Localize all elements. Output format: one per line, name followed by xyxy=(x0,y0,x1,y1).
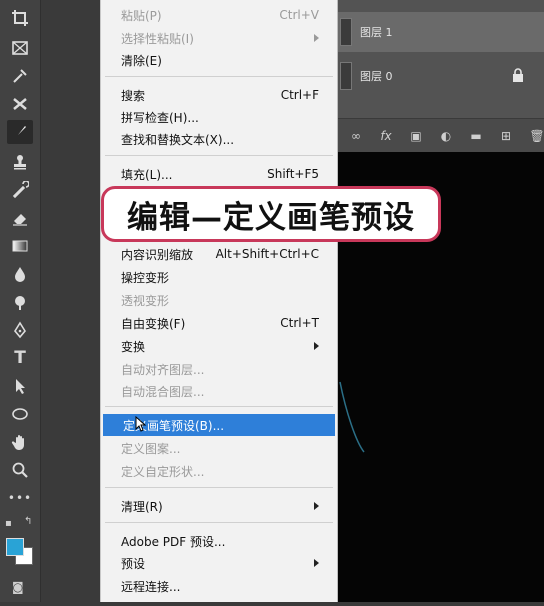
menu-item-free-transform[interactable]: 自由变换(F) Ctrl+T xyxy=(101,312,337,334)
edit-menu: 粘贴(P) Ctrl+V 选择性粘贴(I) 清除(E) 搜索 Ctrl+F 拼写检查… xyxy=(100,0,338,602)
layers-panel: 图层 1 图层 0 ∞ fx ▣ ◐ ▬ ⊞ 🗑 xyxy=(336,0,544,152)
menu-separator xyxy=(105,522,333,523)
submenu-arrow-icon xyxy=(314,34,319,42)
menu-item-paste[interactable]: 粘贴(P) Ctrl+V xyxy=(101,4,337,26)
frame-icon[interactable] xyxy=(7,36,33,60)
history-brush-icon[interactable] xyxy=(7,178,33,202)
gradient-icon[interactable] xyxy=(7,234,33,258)
layer-name: 图层 1 xyxy=(360,26,393,39)
menu-item-perspective-warp[interactable]: 透视变形 xyxy=(101,289,337,311)
eyedropper-icon[interactable] xyxy=(7,64,33,88)
menu-separator xyxy=(105,406,333,407)
menu-item-fill[interactable]: 填充(L)... Shift+F5 xyxy=(101,163,337,185)
menu-item-transform[interactable]: 变换 xyxy=(101,335,337,357)
delete-layer-icon[interactable]: 🗑 xyxy=(529,129,544,143)
swap-colors-icon[interactable]: ↰ xyxy=(24,516,32,527)
layer-thumbnail xyxy=(340,62,352,90)
menu-item-spell-check[interactable]: 拼写检查(H)... xyxy=(101,106,337,128)
menu-separator xyxy=(105,76,333,77)
submenu-arrow-icon xyxy=(314,502,319,510)
pen-icon[interactable] xyxy=(7,318,33,342)
caption-text: 编辑—定义画笔预设 xyxy=(127,199,415,236)
menu-item-search[interactable]: 搜索 Ctrl+F xyxy=(101,84,337,106)
blur-icon[interactable] xyxy=(7,262,33,286)
menu-item-remote-connections[interactable]: 远程连接... xyxy=(101,575,337,597)
menu-item-clear[interactable]: 清除(E) xyxy=(101,49,337,71)
mouse-pointer-icon xyxy=(135,416,147,432)
new-group-icon[interactable]: ▬ xyxy=(470,129,482,143)
submenu-arrow-icon xyxy=(314,559,319,567)
menu-item-paste-special[interactable]: 选择性粘贴(I) xyxy=(101,27,337,49)
caption-banner: 编辑—定义画笔预设 xyxy=(101,186,441,242)
menu-item-puppet-warp[interactable]: 操控变形 xyxy=(101,266,337,288)
add-mask-icon[interactable]: ▣ xyxy=(410,129,422,143)
layer-name: 图层 0 xyxy=(360,70,393,83)
menu-item-auto-blend[interactable]: 自动混合图层... xyxy=(101,380,337,402)
new-layer-icon[interactable]: ⊞ xyxy=(500,129,512,143)
layer-row-0[interactable]: 图层 0 xyxy=(336,56,544,96)
menu-item-adobe-pdf-presets[interactable]: Adobe PDF 预设... xyxy=(101,530,337,552)
eraser-icon[interactable] xyxy=(7,206,33,230)
quick-mask-icon[interactable]: ◙ xyxy=(12,580,24,594)
stamp-icon[interactable] xyxy=(7,150,33,174)
adjustment-layer-icon[interactable]: ◐ xyxy=(440,129,452,143)
more-icon[interactable]: ••• xyxy=(7,486,33,510)
link-layers-icon[interactable]: ∞ xyxy=(350,129,362,143)
menu-item-define-pattern[interactable]: 定义图案... xyxy=(101,437,337,459)
menu-item-content-aware-scale[interactable]: 内容识别缩放 Alt+Shift+Ctrl+C xyxy=(101,243,337,265)
fx-icon[interactable]: fx xyxy=(380,129,392,143)
menu-item-find-replace[interactable]: 查找和替换文本(X)... xyxy=(101,128,337,150)
lock-icon xyxy=(513,68,523,82)
submenu-arrow-icon xyxy=(314,342,319,350)
menu-item-define-custom-shape[interactable]: 定义自定形状... xyxy=(101,460,337,482)
brush-icon[interactable] xyxy=(7,120,33,144)
foreground-color-swatch[interactable] xyxy=(6,538,24,556)
zoom-icon[interactable] xyxy=(7,458,33,482)
layer-row-1[interactable]: 图层 1 xyxy=(336,12,544,52)
layers-footer: ∞ fx ▣ ◐ ▬ ⊞ 🗑 xyxy=(336,118,544,152)
healing-icon[interactable] xyxy=(7,92,33,116)
hand-icon[interactable] xyxy=(7,430,33,454)
path-select-icon[interactable] xyxy=(7,374,33,398)
default-colors-icon[interactable]: ▪ xyxy=(5,518,12,529)
crop-icon[interactable] xyxy=(7,6,33,30)
ellipse-icon[interactable] xyxy=(7,402,33,426)
menu-item-auto-align[interactable]: 自动对齐图层... xyxy=(101,358,337,380)
tools-panel: T ••• ▪ ↰ ◙ xyxy=(0,0,41,602)
type-icon[interactable]: T xyxy=(7,346,33,370)
menu-item-purge[interactable]: 清理(R) xyxy=(101,495,337,517)
menu-separator xyxy=(105,487,333,488)
layer-thumbnail xyxy=(340,18,352,46)
menu-separator xyxy=(105,155,333,156)
dodge-icon[interactable] xyxy=(7,290,33,314)
menu-item-presets[interactable]: 预设 xyxy=(101,552,337,574)
